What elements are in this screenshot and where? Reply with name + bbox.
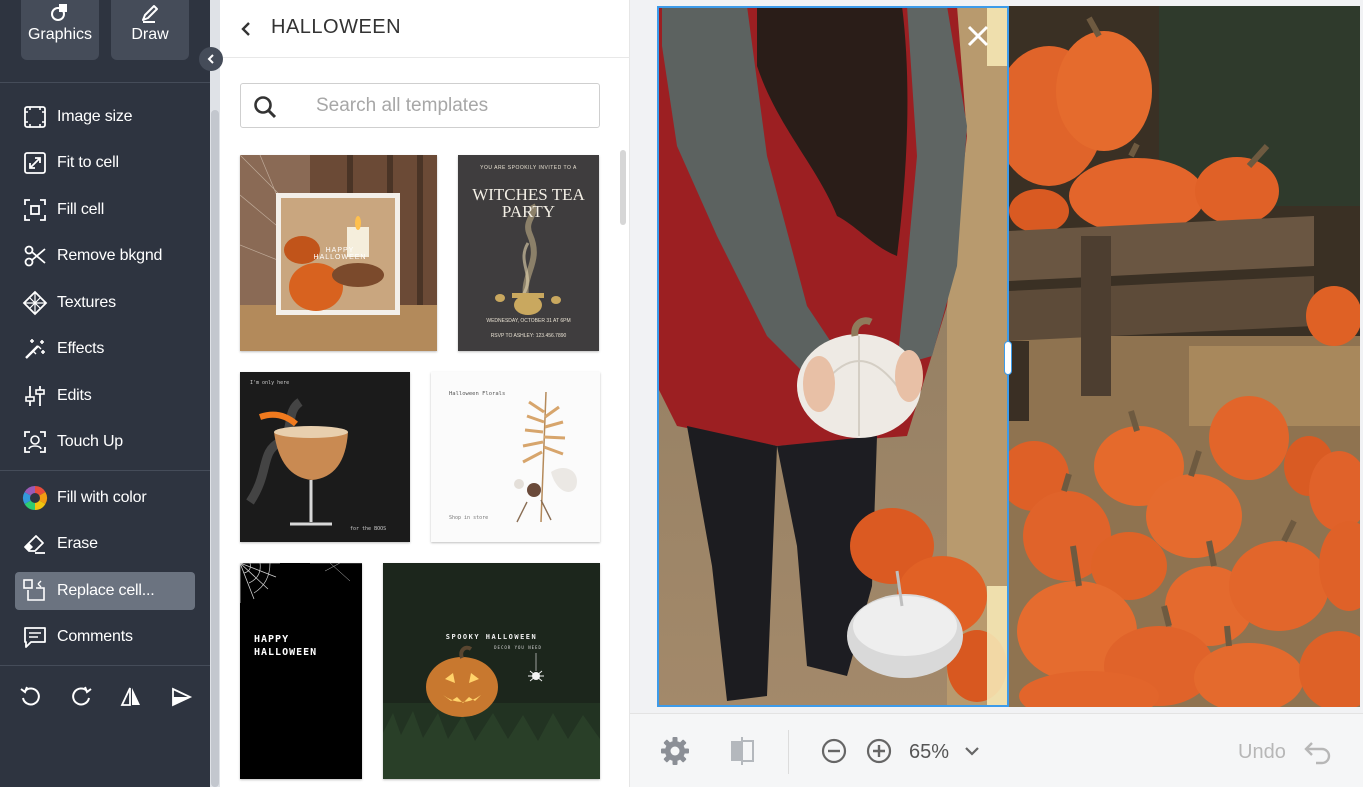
toolbar-divider bbox=[788, 730, 789, 774]
textures-icon bbox=[22, 290, 48, 316]
draw-button[interactable]: Draw bbox=[111, 0, 189, 60]
photo-cell-left[interactable] bbox=[657, 6, 1009, 707]
template-happy-halloween-web[interactable]: HAPPY HALLOWEEN bbox=[240, 563, 362, 779]
sidebar-item-erase[interactable]: Erase bbox=[15, 525, 195, 563]
chevron-left-icon bbox=[207, 54, 214, 64]
eraser-icon bbox=[22, 531, 48, 557]
photo-cell-right[interactable] bbox=[1009, 6, 1360, 707]
sidebar-scrollbar[interactable] bbox=[210, 0, 220, 787]
zoom-in-icon[interactable] bbox=[863, 735, 895, 767]
template-halloween-florals[interactable]: Halloween Florals Shop in store bbox=[431, 372, 600, 542]
draw-label: Draw bbox=[131, 26, 169, 43]
settings-gear-icon[interactable] bbox=[659, 735, 691, 767]
template-subtitle: DECOR YOU NEED bbox=[494, 645, 542, 650]
sidebar-item-label: Comments bbox=[57, 628, 133, 645]
replace-icon bbox=[22, 578, 48, 604]
sidebar-item-replace-cell[interactable]: Replace cell... bbox=[15, 572, 195, 610]
close-icon[interactable] bbox=[962, 20, 994, 52]
sidebar-item-touch-up[interactable]: Touch Up bbox=[15, 423, 195, 461]
sidebar-item-label: Fill with color bbox=[57, 489, 147, 506]
page-title: HALLOWEEN bbox=[271, 16, 402, 38]
sidebar-item-fit-to-cell[interactable]: Fit to cell bbox=[15, 144, 195, 182]
sidebar-item-label: Remove bkgnd bbox=[57, 247, 163, 264]
left-sidebar: Graphics Draw Image size Fit to cell Fil… bbox=[0, 0, 210, 787]
sidebar-item-label: Edits bbox=[57, 387, 92, 404]
template-title: WITCHES TEA PARTY bbox=[472, 185, 585, 221]
zoom-out-icon[interactable] bbox=[818, 735, 850, 767]
magic-wand-icon bbox=[22, 336, 48, 362]
transform-toolbar bbox=[18, 684, 194, 710]
template-title: HAPPY HALLOWEEN bbox=[254, 634, 318, 658]
panel-scrollbar[interactable] bbox=[620, 150, 626, 225]
sidebar-item-textures[interactable]: Textures bbox=[15, 284, 195, 322]
sidebar-item-label: Replace cell... bbox=[57, 582, 155, 599]
graphics-label: Graphics bbox=[27, 26, 93, 43]
cell-resize-handle[interactable] bbox=[1004, 341, 1012, 375]
search-icon bbox=[254, 96, 277, 119]
template-spooky-halloween[interactable]: SPOOKY HALLOWEEN DECOR YOU NEED bbox=[383, 563, 600, 779]
sidebar-item-edits[interactable]: Edits bbox=[15, 377, 195, 415]
template-date: WEDNESDAY, OCTOBER 31 AT 6PM bbox=[486, 318, 571, 324]
sliders-icon bbox=[22, 383, 48, 409]
template-bottom-text: Shop in store bbox=[449, 515, 489, 521]
face-icon bbox=[22, 429, 48, 455]
fill-cell-icon bbox=[22, 197, 48, 223]
template-title: Halloween Florals bbox=[449, 391, 506, 397]
search-box[interactable] bbox=[240, 83, 600, 128]
bottom-toolbar: 65% Undo bbox=[630, 713, 1363, 787]
pen-icon bbox=[142, 5, 158, 23]
search-input[interactable] bbox=[316, 92, 586, 120]
template-text: HAPPY HALLOWEEN bbox=[313, 247, 367, 261]
image-size-icon bbox=[22, 104, 48, 130]
comment-icon bbox=[22, 624, 48, 650]
template-bottom-text: for the BOOS bbox=[350, 526, 387, 532]
pumpkin-pile-image bbox=[1009, 6, 1360, 707]
sidebar-item-label: Touch Up bbox=[57, 433, 123, 450]
template-image bbox=[240, 563, 362, 779]
sidebar-item-fill-with-color[interactable]: Fill with color bbox=[15, 479, 195, 517]
template-top-text: I'm only here bbox=[250, 380, 290, 386]
sidebar-item-effects[interactable]: Effects bbox=[15, 330, 195, 368]
sidebar-item-image-size[interactable]: Image size bbox=[15, 98, 195, 136]
scissors-icon bbox=[22, 243, 48, 269]
back-arrow-icon[interactable] bbox=[236, 17, 256, 41]
sidebar-item-remove-bkgnd[interactable]: Remove bkgnd bbox=[15, 237, 195, 275]
flip-horizontal-icon[interactable] bbox=[118, 684, 144, 710]
sidebar-item-label: Textures bbox=[57, 294, 116, 311]
sidebar-item-label: Image size bbox=[57, 108, 133, 125]
collapse-sidebar-button[interactable] bbox=[199, 47, 223, 71]
sidebar-divider bbox=[0, 665, 210, 666]
sidebar-divider bbox=[0, 470, 210, 471]
graphics-button[interactable]: Graphics bbox=[21, 0, 99, 60]
template-panel: HALLOWEEN HAPPY HALLOWEEN bbox=[220, 0, 630, 787]
sidebar-item-comments[interactable]: Comments bbox=[15, 618, 195, 656]
compare-icon[interactable] bbox=[726, 735, 758, 767]
panel-header: HALLOWEEN bbox=[220, 0, 630, 58]
undo-button[interactable]: Undo bbox=[1238, 741, 1286, 764]
sidebar-item-fill-cell[interactable]: Fill cell bbox=[15, 191, 195, 229]
template-subtitle: YOU ARE SPOOKILY INVITED TO A bbox=[480, 165, 577, 171]
undo-arrow-icon[interactable] bbox=[1302, 735, 1334, 767]
color-wheel-icon bbox=[22, 485, 48, 511]
template-happy-halloween-candle[interactable]: HAPPY HALLOWEEN bbox=[240, 155, 437, 351]
sidebar-item-label: Fit to cell bbox=[57, 154, 119, 171]
template-witches-tea-party[interactable]: YOU ARE SPOOKILY INVITED TO A WITCHES TE… bbox=[458, 155, 599, 351]
flip-vertical-icon[interactable] bbox=[168, 684, 194, 710]
rotate-right-icon[interactable] bbox=[68, 684, 94, 710]
sidebar-item-label: Effects bbox=[57, 340, 105, 357]
template-title: SPOOKY HALLOWEEN bbox=[445, 633, 538, 641]
template-image bbox=[240, 372, 410, 542]
template-rsvp: RSVP TO ASHLEY: 123.456.7890 bbox=[490, 333, 567, 339]
woman-with-pumpkin-image bbox=[657, 6, 1009, 707]
sidebar-divider bbox=[0, 82, 210, 83]
chevron-down-icon[interactable] bbox=[956, 735, 988, 767]
graphics-icon bbox=[51, 4, 67, 21]
zoom-level[interactable]: 65% bbox=[909, 741, 949, 764]
fit-to-cell-icon bbox=[22, 150, 48, 176]
sidebar-item-label: Fill cell bbox=[57, 201, 105, 218]
template-cocktail[interactable]: I'm only here for the BOOS bbox=[240, 372, 410, 542]
rotate-left-icon[interactable] bbox=[18, 684, 44, 710]
sidebar-item-label: Erase bbox=[57, 535, 98, 552]
template-image bbox=[383, 563, 600, 779]
